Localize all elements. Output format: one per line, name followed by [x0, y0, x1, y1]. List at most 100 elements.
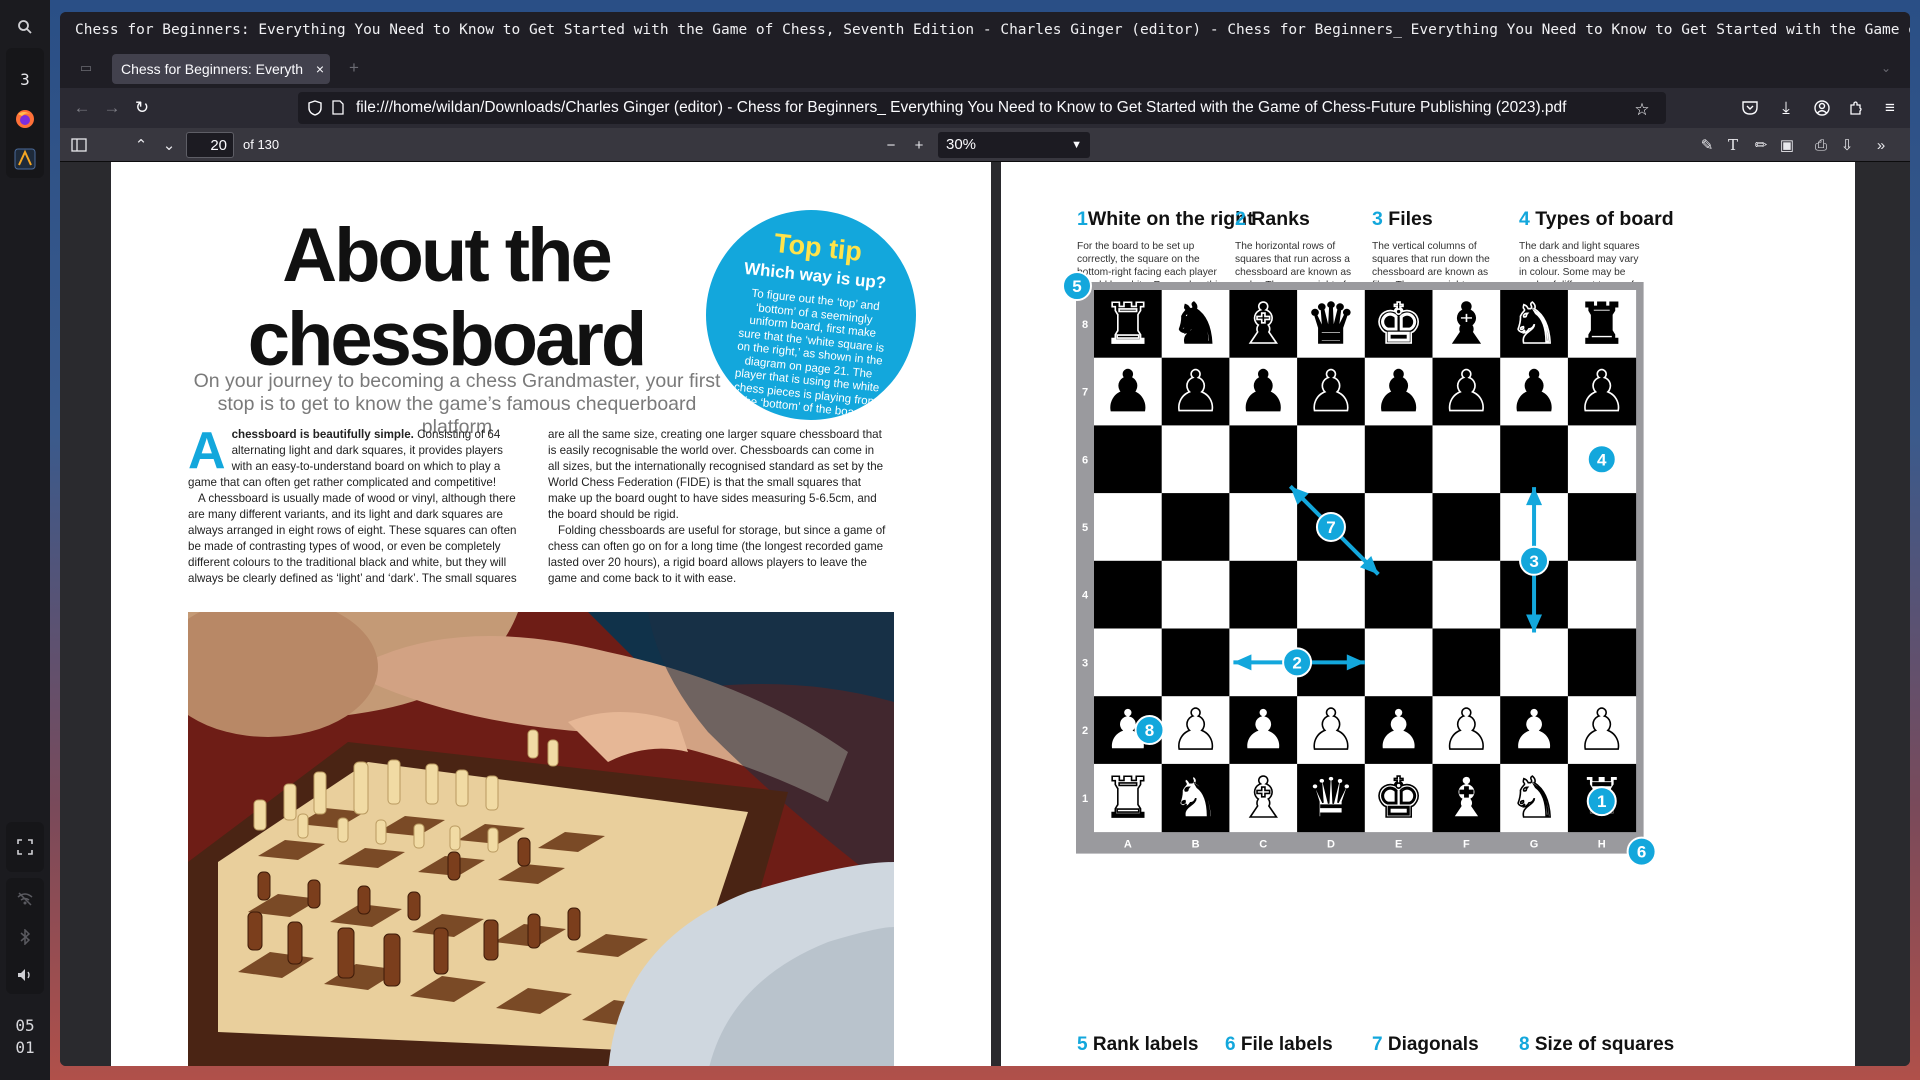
board-square: [1297, 425, 1366, 494]
black-bishop-icon: ♝: [1441, 292, 1491, 357]
black-pawn-icon: ♟: [1103, 360, 1153, 425]
chess-game-photo: [188, 612, 894, 1066]
url-text: file:///home/wildan/Downloads/Charles Gi…: [356, 99, 1567, 116]
account-icon[interactable]: [1808, 94, 1836, 122]
app-launcher-icon[interactable]: [6, 144, 44, 174]
rank-label: 7: [1082, 387, 1088, 399]
browser-window: Chess for Beginners: Everything You Need…: [60, 12, 1910, 1066]
tab-list-icon[interactable]: ▭: [72, 54, 100, 82]
svg-text:4: 4: [1597, 450, 1607, 469]
rank-label: 1: [1082, 793, 1088, 805]
forward-icon[interactable]: →: [98, 94, 126, 122]
rank-label: 8: [1082, 319, 1088, 331]
save-icon[interactable]: ⇩: [1834, 132, 1860, 158]
chevron-down-icon: ▼: [1071, 139, 1082, 151]
black-rook-icon: ♜: [1577, 292, 1627, 357]
draw-icon[interactable]: ✏: [1748, 132, 1774, 158]
image-icon[interactable]: ▣: [1774, 132, 1800, 158]
clock-hours: 05: [15, 1016, 35, 1035]
board-square: [1364, 628, 1433, 697]
back-icon[interactable]: ←: [68, 94, 96, 122]
board-square: [1161, 425, 1230, 494]
workspace-indicator[interactable]: 3: [6, 64, 44, 94]
black-rook-icon: ♜: [1103, 292, 1153, 357]
bookmark-star-icon[interactable]: ☆: [1628, 96, 1656, 124]
pdf-toolbar: ⌃ ⌄ of 130 − + 30% ▼ ✎ T ✏ ▣ ⎙ ⇩ »: [60, 128, 1910, 162]
black-pawn-icon: ♟: [1577, 360, 1627, 425]
shield-icon[interactable]: [308, 92, 322, 124]
white-pawn-icon: ♟: [1577, 698, 1627, 763]
extensions-icon[interactable]: [1842, 94, 1870, 122]
board-square: [1500, 425, 1569, 494]
black-pawn-icon: ♟: [1170, 360, 1220, 425]
file-label: G: [1530, 839, 1539, 851]
next-page-icon[interactable]: ⌄: [156, 132, 182, 158]
text-tool-icon[interactable]: T: [1720, 132, 1746, 158]
board-square: [1432, 628, 1501, 697]
marker-badge-1: 1: [1586, 786, 1617, 817]
white-pawn-icon: ♟: [1238, 698, 1288, 763]
board-square: [1094, 425, 1163, 494]
previous-page-icon[interactable]: ⌃: [128, 132, 154, 158]
menu-icon[interactable]: ≡: [1876, 94, 1904, 122]
article-column-2: are all the same size, creating one larg…: [548, 427, 888, 587]
firefox-icon[interactable]: [6, 104, 44, 134]
bluetooth-off-icon[interactable]: [6, 922, 44, 952]
wifi-off-icon[interactable]: [6, 884, 44, 914]
black-knight-icon: ♞: [1170, 292, 1220, 357]
marker-badge-4: 4: [1586, 444, 1617, 475]
file-label: A: [1124, 839, 1132, 851]
board-square: [1297, 560, 1366, 629]
marker-badge-2: 2: [1282, 647, 1313, 678]
page-number-input[interactable]: [186, 132, 234, 158]
svg-text:5: 5: [1072, 277, 1081, 296]
paragraph: are all the same size, creating one larg…: [548, 428, 884, 521]
print-icon[interactable]: ⎙: [1808, 132, 1834, 158]
white-pawn-icon: ♟: [1509, 698, 1559, 763]
pocket-icon[interactable]: [1736, 94, 1764, 122]
white-pawn-icon: ♟: [1170, 698, 1220, 763]
new-tab-icon[interactable]: +: [340, 54, 368, 82]
page-count: of 130: [243, 137, 280, 152]
nav-bar: ← → ↻ file:///home/wildan/Downloads/Char…: [60, 88, 1910, 128]
search-icon[interactable]: [6, 12, 44, 42]
reload-icon[interactable]: ↻: [128, 94, 156, 122]
highlight-icon[interactable]: ✎: [1694, 132, 1720, 158]
black-pawn-icon: ♟: [1441, 360, 1491, 425]
fullscreen-icon[interactable]: [6, 832, 44, 862]
black-pawn-icon: ♟: [1374, 360, 1424, 425]
paragraph: Folding chessboards are useful for stora…: [548, 524, 886, 585]
url-bar[interactable]: file:///home/wildan/Downloads/Charles Gi…: [298, 92, 1666, 124]
file-label: B: [1192, 839, 1200, 851]
board-square: [1161, 493, 1230, 562]
footer-heading: 6 File labels: [1225, 1034, 1333, 1055]
board-square: [1432, 560, 1501, 629]
zoom-out-icon[interactable]: −: [878, 132, 904, 158]
rank-label: 2: [1082, 725, 1088, 737]
marker-badge-8: 8: [1134, 715, 1165, 746]
svg-text:3: 3: [1529, 552, 1538, 571]
list-all-tabs-icon[interactable]: ⌄: [1872, 54, 1900, 82]
download-icon[interactable]: ⤓: [1772, 94, 1800, 122]
black-king-icon: ♚: [1374, 292, 1424, 357]
close-tab-icon[interactable]: ×: [316, 54, 324, 84]
tip-body: To figure out the ‘top’ and ‘bottom’ of …: [733, 287, 885, 421]
file-label: C: [1259, 839, 1267, 851]
black-pawn-icon: ♟: [1306, 360, 1356, 425]
more-tools-icon[interactable]: »: [1868, 132, 1894, 158]
zoom-in-icon[interactable]: +: [906, 132, 932, 158]
board-square: [1364, 493, 1433, 562]
clock-minutes: 01: [15, 1038, 35, 1057]
black-pawn-icon: ♟: [1238, 360, 1288, 425]
zoom-select[interactable]: 30% ▼: [938, 132, 1090, 158]
window-title: Chess for Beginners: Everything You Need…: [60, 12, 1910, 48]
volume-icon[interactable]: [6, 960, 44, 990]
board-square: [1094, 493, 1163, 562]
zoom-value: 30%: [946, 136, 977, 153]
sidebar-toggle-icon[interactable]: [66, 132, 92, 158]
article-column-1: A chessboard is beautifully simple. Cons…: [188, 425, 526, 587]
pdf-viewer[interactable]: About the chessboard On your journey to …: [60, 162, 1910, 1066]
paragraph: A chessboard is usually made of wood or …: [188, 492, 517, 585]
tab-active[interactable]: Chess for Beginners: Everyth ×: [112, 54, 330, 84]
board-square: [1229, 425, 1298, 494]
